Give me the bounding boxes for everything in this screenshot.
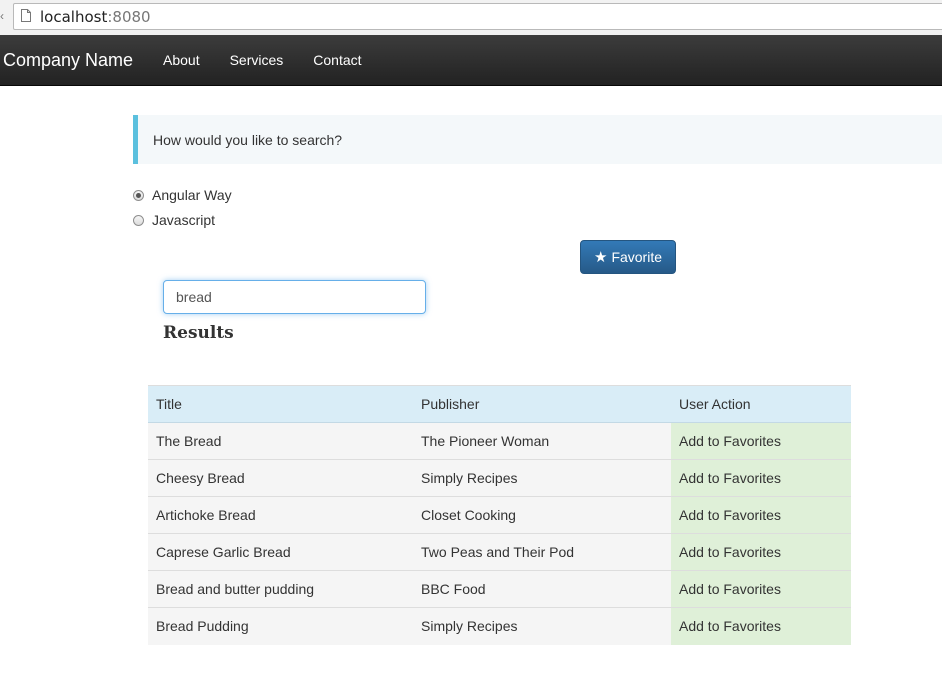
favorite-button[interactable]: ★ Favorite [580,240,676,274]
cell-publisher: Closet Cooking [413,496,671,534]
back-arrow-icon[interactable]: ‹ [0,9,4,23]
radio-option-javascript[interactable]: Javascript [133,210,215,230]
radio-label-javascript: Javascript [152,212,216,228]
table-row: Cheesy Bread Simply Recipes Add to Favor… [148,459,851,497]
add-to-favorites-link[interactable]: Add to Favorites [671,607,851,645]
table-row: Bread and butter pudding BBC Food Add to… [148,570,851,608]
search-input[interactable] [163,280,426,314]
favorite-button-label: Favorite [611,249,663,265]
table-row: The Bread The Pioneer Woman Add to Favor… [148,422,851,460]
top-navbar: Company Name About Services Contact [0,35,942,86]
table-row: Caprese Garlic Bread Two Peas and Their … [148,533,851,571]
radio-label-angular-way: Angular Way [152,187,232,203]
column-header-publisher: Publisher [413,385,671,423]
table-row: Bread Pudding Simply Recipes Add to Favo… [148,607,851,645]
url-host: localhost [40,8,108,26]
nav-link-services[interactable]: Services [215,35,299,85]
table-header-row: Title Publisher User Action [148,385,851,423]
cell-title: Artichoke Bread [148,496,413,534]
url-text: localhost:8080 [40,8,151,26]
cell-title: Cheesy Bread [148,459,413,497]
cell-title: Caprese Garlic Bread [148,533,413,571]
add-to-favorites-link[interactable]: Add to Favorites [671,459,851,497]
page-icon [21,9,31,22]
nav-link-contact[interactable]: Contact [298,35,376,85]
url-field[interactable]: localhost:8080 [13,3,942,30]
nav-link-about[interactable]: About [148,35,215,85]
cell-publisher: Two Peas and Their Pod [413,533,671,571]
add-to-favorites-link[interactable]: Add to Favorites [671,496,851,534]
url-port: :8080 [107,8,151,26]
nav-links: About Services Contact [148,35,377,85]
results-table: Title Publisher User Action The Bread Th… [148,385,851,645]
cell-publisher: BBC Food [413,570,671,608]
radio-option-angular-way[interactable]: Angular Way [133,185,232,205]
cell-publisher: Simply Recipes [413,459,671,497]
search-prompt-text: How would you like to search? [153,132,343,148]
page: ‹ localhost:8080 Company Name About Serv… [0,0,942,692]
add-to-favorites-link[interactable]: Add to Favorites [671,570,851,608]
browser-address-bar: ‹ localhost:8080 [0,0,942,35]
cell-publisher: Simply Recipes [413,607,671,645]
star-icon: ★ [593,249,608,266]
results-heading: Results [163,323,234,343]
column-header-title: Title [148,385,413,423]
add-to-favorites-link[interactable]: Add to Favorites [671,533,851,571]
cell-title: Bread Pudding [148,607,413,645]
cell-title: The Bread [148,422,413,460]
cell-publisher: The Pioneer Woman [413,422,671,460]
cell-title: Bread and butter pudding [148,570,413,608]
radio-button-checked[interactable] [133,189,144,201]
search-prompt-callout: How would you like to search? [133,115,942,164]
radio-button-unchecked[interactable] [133,214,144,226]
table-row: Artichoke Bread Closet Cooking Add to Fa… [148,496,851,534]
add-to-favorites-link[interactable]: Add to Favorites [671,422,851,460]
column-header-user-action: User Action [671,385,851,423]
brand-link[interactable]: Company Name [3,50,133,71]
